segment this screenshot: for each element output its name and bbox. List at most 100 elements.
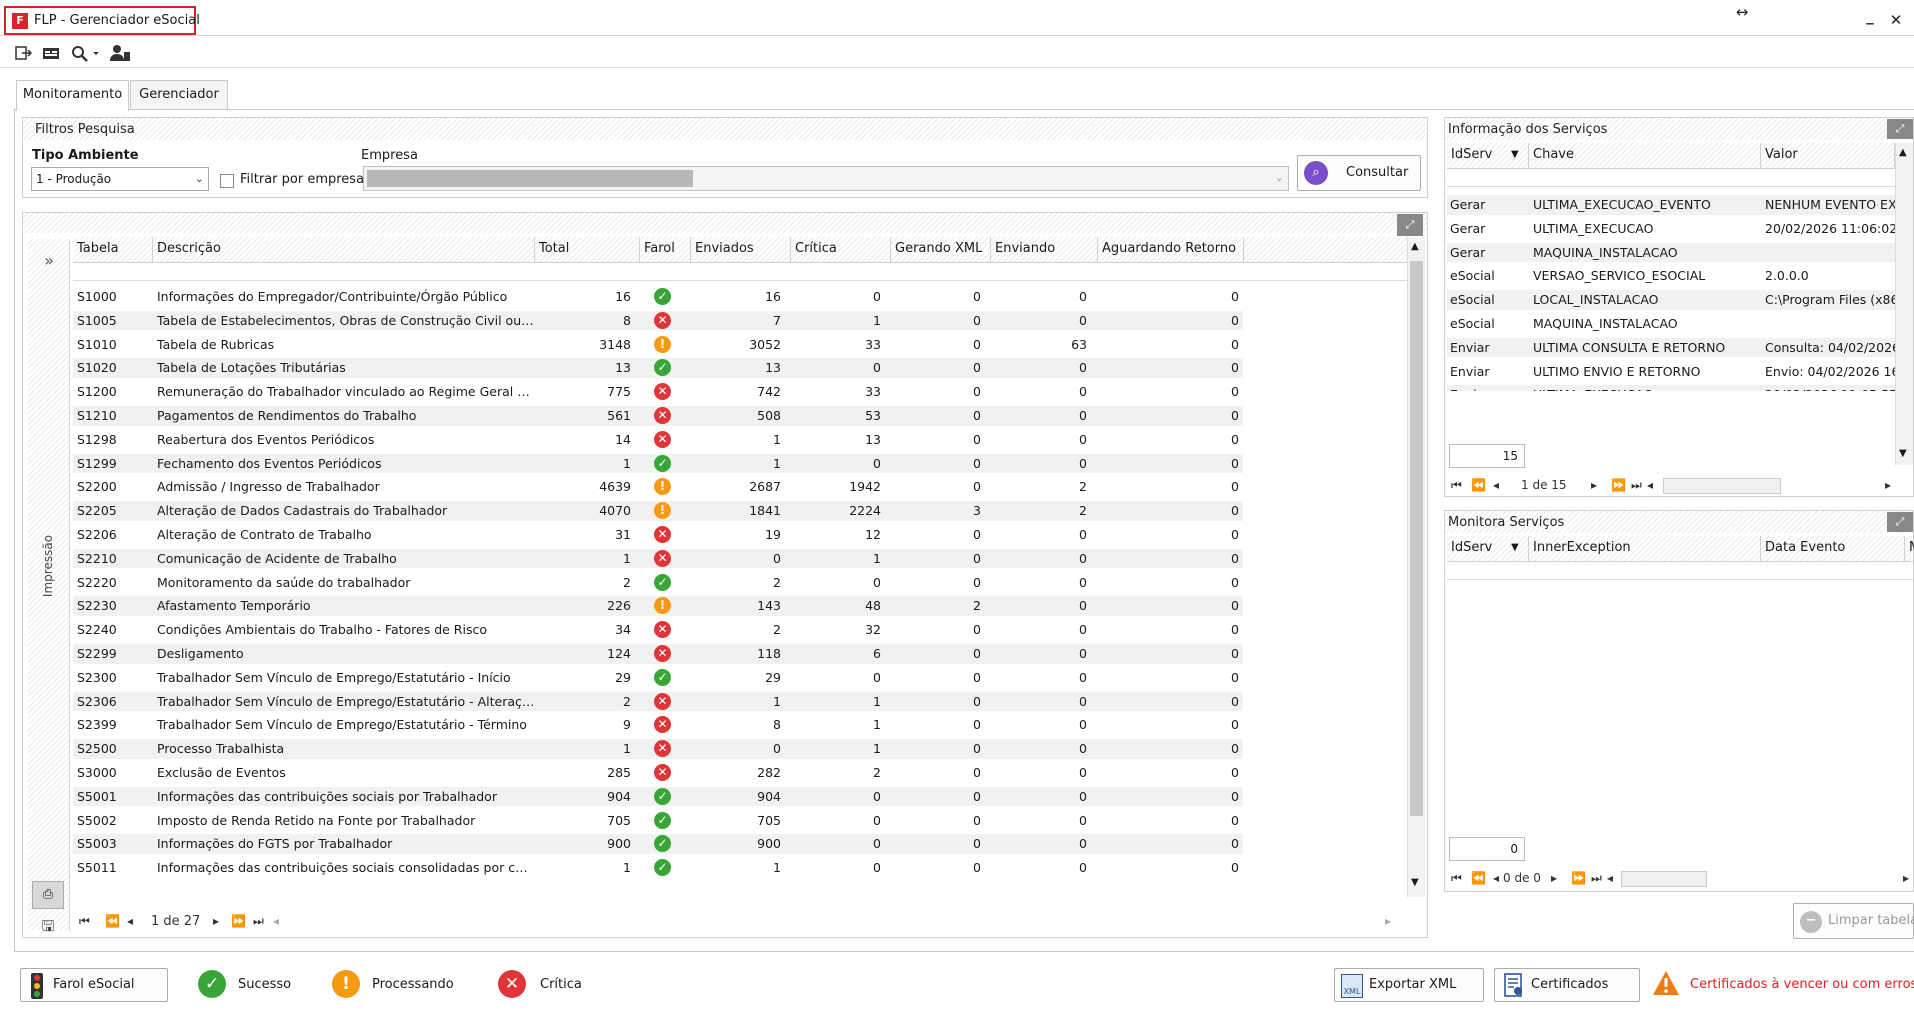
pager-next-icon[interactable]: ▸	[1591, 478, 1597, 492]
filtrar-checkbox[interactable]	[220, 174, 234, 188]
exportar-xml-button[interactable]: XML Exportar XML	[1334, 968, 1484, 1002]
table-row[interactable]: S2210 Comunicação de Acidente de Trabalho…	[73, 548, 1243, 569]
table-row[interactable]: S1210 Pagamentos de Rendimentos do Trabal…	[73, 406, 1243, 426]
pager-next-page-icon[interactable]: ⏩	[1611, 478, 1626, 492]
services-row[interactable]: Enviar ULTIMA_EXECUCAO 20/02/2026 11:05:57	[1447, 385, 1895, 391]
minimize-button[interactable]: _	[1860, 8, 1880, 24]
filter-row[interactable]	[73, 264, 1425, 281]
col-data-evento[interactable]: Data Evento	[1761, 536, 1905, 562]
maximize-panel-icon[interactable]: ⤢	[1397, 214, 1423, 236]
table-row[interactable]: S1020 Tabela de Lotações Tributárias 13 ✓ 13…	[73, 358, 1243, 378]
table-row[interactable]: S1010 Tabela de Rubricas 3148! 3052 33 0 63 0	[73, 335, 1243, 355]
pager-last-icon[interactable]: ⏭	[1631, 478, 1642, 493]
pager-first-icon[interactable]: ⏮	[79, 914, 90, 929]
pager-last-icon[interactable]: ⏭	[1591, 871, 1602, 886]
table-row[interactable]: S2230 Afastamento Temporário 226! 143 48 2 0 0	[73, 596, 1243, 616]
tipo-ambiente-select[interactable]: 1 - Produção ⌄	[31, 167, 209, 191]
card-icon[interactable]	[42, 44, 62, 62]
col-farol[interactable]: Farol	[640, 237, 691, 263]
empresa-select[interactable]: ⌄	[363, 166, 1289, 191]
services-row[interactable]: Gerar MAQUINA_INSTALACAO	[1447, 242, 1895, 263]
services-row[interactable]: Enviar ULTIMA CONSULTA E RETORNO Consulta:…	[1447, 337, 1895, 358]
hscroll-left-icon[interactable]: ◂	[273, 914, 279, 928]
exit-icon[interactable]	[14, 44, 32, 62]
certificados-button[interactable]: Certificados	[1494, 968, 1640, 1002]
expand-side-icon[interactable]: »	[36, 251, 62, 270]
tab-gerenciador[interactable]: Gerenciador	[130, 80, 228, 110]
farol-esocial-button[interactable]: Farol eSocial	[20, 968, 168, 1002]
hscroll-left-icon[interactable]: ◂	[1647, 478, 1653, 492]
pager-prev-icon[interactable]: ◂	[1493, 478, 1499, 492]
col-enviados[interactable]: Enviados	[691, 237, 791, 263]
table-row[interactable]: S2399 Trabalhador Sem Vínculo de Emprego/…	[73, 715, 1243, 735]
col-descricao[interactable]: Descrição	[153, 237, 535, 263]
hscroll-right-icon[interactable]: ▸	[1385, 914, 1391, 928]
table-row[interactable]: S2240 Condições Ambientais do Trabalho - …	[73, 620, 1243, 640]
pager-first-icon[interactable]: ⏮	[1451, 478, 1462, 493]
table-row[interactable]: S2306 Trabalhador Sem Vínculo de Emprego/…	[73, 691, 1243, 712]
maximize-services-icon[interactable]: ⤢	[1887, 119, 1913, 139]
services-row[interactable]: Enviar ULTIMO ENVIO E RETORNO Envio: 04/02…	[1447, 362, 1895, 382]
pager-first-icon[interactable]: ⏮	[1451, 871, 1462, 886]
services-row[interactable]: Gerar ULTIMA_EXECUCAO_EVENTO NENHUM EVENTO…	[1447, 195, 1895, 215]
services-row[interactable]: eSocial VERSAO_SERVICO_ESOCIAL 2.0.0.0	[1447, 266, 1895, 286]
pager-prev-page-icon[interactable]: ⏪	[105, 914, 120, 928]
table-row[interactable]: S5002 Imposto de Renda Retido na Fonte po…	[73, 811, 1243, 831]
col-m[interactable]: M	[1905, 536, 1914, 562]
table-row[interactable]: S2220 Monitoramento da saúde do trabalhad…	[73, 573, 1243, 593]
table-row[interactable]: S2200 Admissão / Ingresso de Trabalhador 4…	[73, 477, 1243, 497]
col-enviando[interactable]: Enviando	[991, 237, 1098, 263]
save-icon[interactable]: 🖫	[32, 913, 64, 941]
scroll-up-icon[interactable]: ▲	[1899, 147, 1907, 158]
user-icon[interactable]	[108, 44, 132, 62]
maximize-monitor-icon[interactable]: ⤢	[1887, 512, 1913, 532]
table-row[interactable]: S2299 Desligamento 124 ✕ 118 6 0 0 0	[73, 644, 1243, 664]
scroll-thumb[interactable]	[1410, 261, 1423, 816]
pager-prev-page-icon[interactable]: ⏪	[1471, 871, 1486, 885]
col-idserv[interactable]: IdServ ▼	[1447, 536, 1529, 562]
col-total[interactable]: Total	[535, 237, 640, 263]
pager-last-icon[interactable]: ⏭	[253, 914, 264, 929]
hscroll-right-icon[interactable]: ▸	[1903, 871, 1909, 885]
col-gerando-xml[interactable]: Gerando XML	[891, 237, 991, 263]
col-chave[interactable]: Chave	[1529, 143, 1761, 169]
print-icon[interactable]: ⎙	[32, 881, 64, 909]
pager-prev-icon[interactable]: ◂	[1493, 871, 1499, 885]
col-innerexception[interactable]: InnerException	[1529, 536, 1761, 562]
table-row[interactable]: S5003 Informações do FGTS por Trabalhador…	[73, 834, 1243, 854]
table-row[interactable]: S3000 Exclusão de Eventos 285 ✕ 282 2 0 0 0	[73, 763, 1243, 783]
services-vertical-scrollbar[interactable]: ▲ ▼	[1895, 143, 1913, 465]
services-row[interactable]: Gerar ULTIMA_EXECUCAO 20/02/2026 11:06:02	[1447, 219, 1895, 239]
tab-monitoramento[interactable]: Monitoramento	[16, 80, 129, 111]
pager-next-page-icon[interactable]: ⏩	[231, 914, 246, 928]
scroll-down-icon[interactable]: ▼	[1899, 448, 1907, 459]
pager-next-page-icon[interactable]: ⏩	[1571, 871, 1586, 885]
hscroll-left-icon[interactable]: ◂	[1607, 871, 1613, 885]
zoom-icon[interactable]	[70, 44, 102, 62]
pager-prev-page-icon[interactable]: ⏪	[1471, 478, 1486, 492]
table-row[interactable]: S1298 Reabertura dos Eventos Periódicos 14…	[73, 430, 1243, 450]
table-row[interactable]: S5011 Informações das contribuições socia…	[73, 858, 1243, 877]
limpar-tabela-button[interactable]: − Limpar tabela	[1793, 903, 1914, 939]
consultar-button[interactable]: ⌕ Consultar	[1297, 155, 1421, 191]
table-row[interactable]: S1200 Remuneração do Trabalhador vinculad…	[73, 382, 1243, 402]
pager-prev-icon[interactable]: ◂	[127, 914, 133, 928]
table-row[interactable]: S1005 Tabela de Estabelecimentos, Obras d…	[73, 310, 1243, 331]
table-row[interactable]: S2205 Alteração de Dados Cadastrais do Tr…	[73, 501, 1243, 521]
table-row[interactable]: S2300 Trabalhador Sem Vínculo de Emprego/…	[73, 668, 1243, 688]
services-hscroll-thumb[interactable]	[1663, 478, 1781, 494]
scroll-down-icon[interactable]: ▼	[1411, 877, 1419, 888]
col-valor[interactable]: Valor	[1761, 143, 1895, 169]
table-row[interactable]: S2500 Processo Trabalhista 1 ✕ 0 1 0 0 0	[73, 739, 1243, 759]
col-critica[interactable]: Crítica	[791, 237, 891, 263]
scroll-up-icon[interactable]: ▲	[1411, 241, 1419, 252]
table-row[interactable]: S2206 Alteração de Contrato de Trabalho 31…	[73, 525, 1243, 545]
close-button[interactable]: ✕	[1886, 12, 1906, 28]
pager-next-icon[interactable]: ▸	[1551, 871, 1557, 885]
pager-next-icon[interactable]: ▸	[213, 914, 219, 928]
table-row[interactable]: S1000 Informações do Empregador/Contribui…	[73, 287, 1243, 307]
services-filter-row[interactable]	[1447, 170, 1895, 187]
table-row[interactable]: S1299 Fechamento dos Eventos Periódicos 1 ✓…	[73, 453, 1243, 474]
events-vertical-scrollbar[interactable]: ▲ ▼	[1407, 237, 1425, 897]
resize-icon[interactable]: ↔	[1732, 4, 1752, 20]
